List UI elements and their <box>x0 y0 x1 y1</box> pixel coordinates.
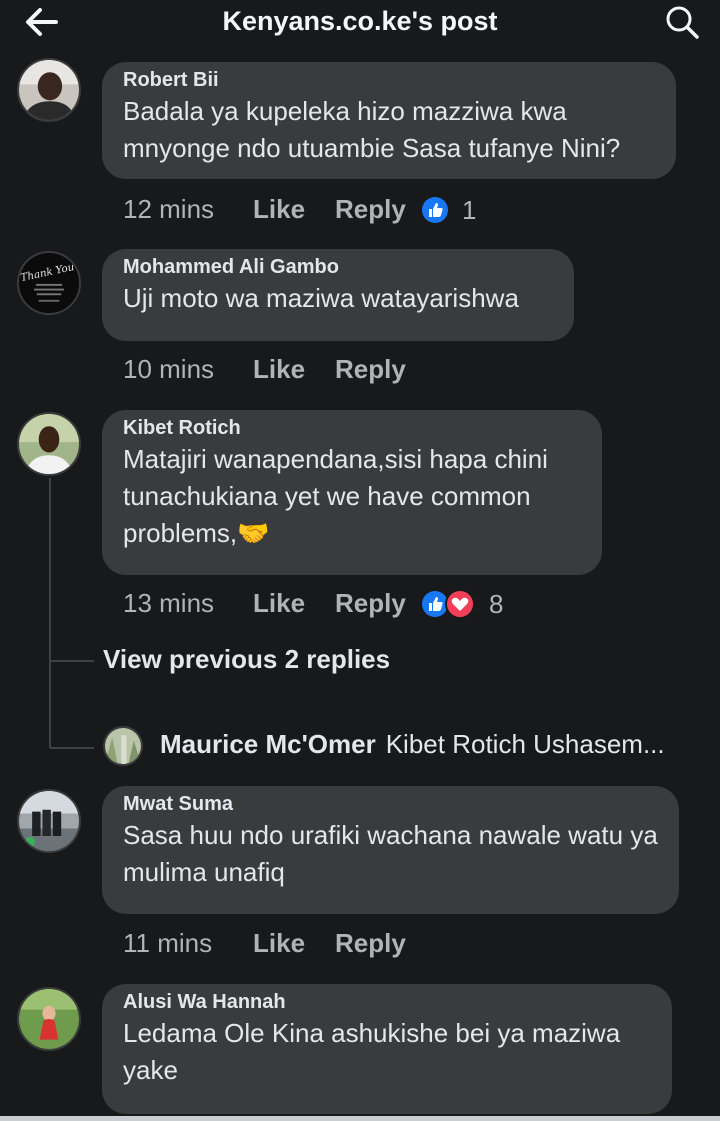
thread-line <box>49 478 51 748</box>
comment-actions: 11 mins Like Reply <box>123 926 436 960</box>
comment-text: Badala ya kupeleka hizo mazziwa kwa mnyo… <box>123 96 621 163</box>
reply-button[interactable]: Reply <box>335 926 406 960</box>
comment-bubble[interactable]: Robert Bii Badala ya kupeleka hizo mazzi… <box>102 62 676 179</box>
comment-time: 12 mins <box>123 194 215 224</box>
comment-author[interactable]: Mohammed Ali Gambo <box>123 254 553 280</box>
reply-preview[interactable]: Maurice Mc'Omer Kibet Rotich Ushasem... <box>160 729 665 760</box>
view-previous-replies-link[interactable]: View previous 2 replies <box>103 644 390 675</box>
like-button[interactable]: Like <box>253 352 305 386</box>
reaction-count: 8 <box>489 588 504 619</box>
comment-text: Sasa huu ndo urafiki wachana nawale watu… <box>123 820 658 887</box>
avatar[interactable] <box>17 58 81 122</box>
avatar[interactable] <box>103 726 143 766</box>
comment-time: 10 mins <box>123 354 215 384</box>
reply-preview-text: Kibet Rotich Ushasem... <box>385 729 665 759</box>
reaction-summary[interactable]: 1 <box>422 195 476 225</box>
comment-text: Uji moto wa maziwa watayarishwa <box>123 283 519 313</box>
comment-bubble[interactable]: Kibet Rotich Matajiri wanapendana,sisi h… <box>102 410 602 575</box>
reply-button[interactable]: Reply <box>335 352 406 386</box>
comment-time: 13 mins <box>123 588 215 618</box>
reply-button[interactable]: Reply <box>335 586 406 620</box>
comment-text: Matajiri wanapendana,sisi hapa chini tun… <box>123 444 548 548</box>
search-icon[interactable] <box>662 2 702 42</box>
comment-time: 11 mins <box>123 928 213 958</box>
reply-author[interactable]: Maurice Mc'Omer <box>160 729 376 759</box>
comment-bubble[interactable]: Mohammed Ali Gambo Uji moto wa maziwa wa… <box>102 249 574 341</box>
comment-bubble[interactable]: Mwat Suma Sasa huu ndo urafiki wachana n… <box>102 786 679 914</box>
like-button[interactable]: Like <box>253 192 305 226</box>
reaction-count: 1 <box>462 194 477 225</box>
comment-bubble[interactable]: Alusi Wa Hannah Ledama Ole Kina ashukish… <box>102 984 672 1114</box>
comment-author[interactable]: Alusi Wa Hannah <box>123 989 651 1015</box>
avatar[interactable]: Thank You <box>17 251 81 315</box>
comment-text: Ledama Ole Kina ashukishe bei ya maziwa … <box>123 1018 621 1085</box>
comment-author[interactable]: Robert Bii <box>123 67 655 93</box>
comment-author[interactable]: Kibet Rotich <box>123 415 581 441</box>
comment-author[interactable]: Mwat Suma <box>123 791 658 817</box>
avatar[interactable] <box>17 789 81 853</box>
comment-actions: 13 mins Like Reply <box>123 586 436 620</box>
love-reaction-icon <box>445 589 475 619</box>
reply-button[interactable]: Reply <box>335 192 406 226</box>
avatar[interactable] <box>17 412 81 476</box>
reaction-summary[interactable]: 8 <box>422 589 503 619</box>
thread-branch <box>50 660 94 662</box>
thread-branch <box>50 747 94 749</box>
top-bar: Kenyans.co.ke's post <box>0 0 720 48</box>
bottom-edge <box>0 1116 720 1121</box>
like-button[interactable]: Like <box>253 926 305 960</box>
comment-actions: 10 mins Like Reply <box>123 352 436 386</box>
page-title: Kenyans.co.ke's post <box>222 6 498 36</box>
like-reaction-icon <box>422 197 448 223</box>
like-button[interactable]: Like <box>253 586 305 620</box>
avatar[interactable] <box>17 987 81 1051</box>
comment-actions: 12 mins Like Reply <box>123 192 436 226</box>
